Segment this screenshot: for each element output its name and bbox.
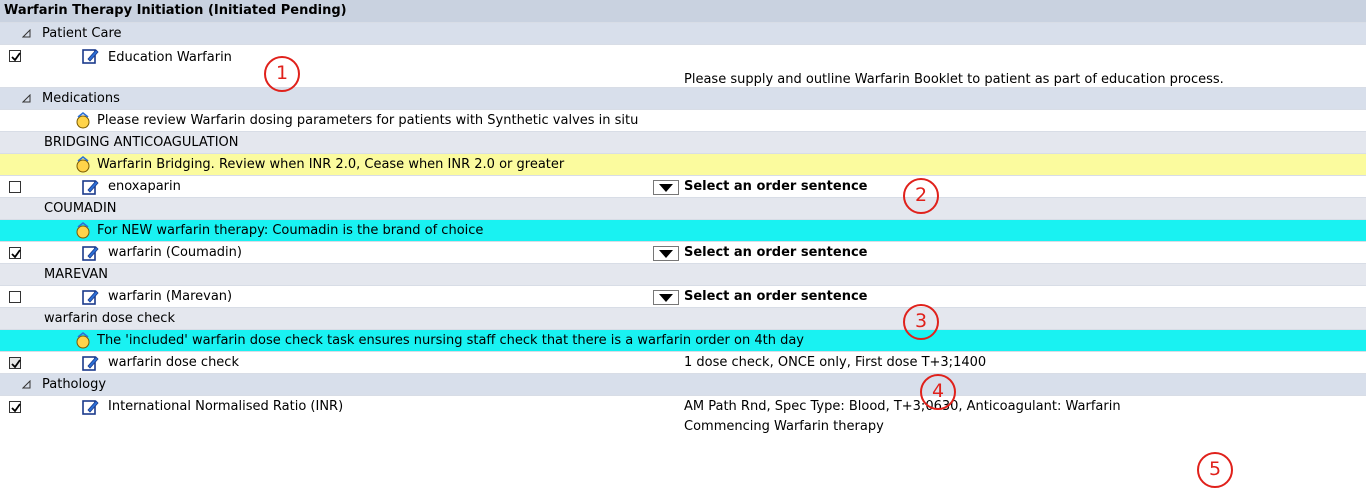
dropdown-arrow-icon <box>659 294 673 302</box>
subsection-marevan: MAREVAN <box>0 264 1366 286</box>
note-hand-icon <box>76 111 90 129</box>
checkbox-unchecked-icon[interactable] <box>9 181 21 193</box>
subsection-label: BRIDGING ANTICOAGULATION <box>44 135 239 150</box>
note-row-coumadin: For NEW warfarin therapy: Coumadin is th… <box>0 220 1366 242</box>
checkbox-checked-icon[interactable] <box>9 50 21 62</box>
order-label: enoxaparin <box>108 179 181 194</box>
callout-5: 5 <box>1197 452 1233 488</box>
order-pencil-icon <box>82 246 99 261</box>
order-label: warfarin (Marevan) <box>108 289 233 304</box>
order-label: International Normalised Ratio (INR) <box>108 399 344 414</box>
order-row-warfarin-dose-check[interactable]: warfarin dose check 1 dose check, ONCE o… <box>0 352 1366 374</box>
section-pathology[interactable]: Pathology <box>0 374 1366 396</box>
note-text: Warfarin Bridging. Review when INR 2.0, … <box>97 157 565 172</box>
callout-4: 4 <box>920 374 956 410</box>
order-detail: Please supply and outline Warfarin Bookl… <box>684 72 1224 87</box>
phase-title-row: Warfarin Therapy Initiation (Initiated P… <box>0 0 1366 23</box>
collapse-triangle-icon[interactable] <box>22 380 31 389</box>
section-label: Pathology <box>42 377 107 392</box>
order-detail-line-2: Commencing Warfarin therapy <box>684 419 884 434</box>
section-medications[interactable]: Medications <box>0 88 1366 110</box>
dropdown-arrow-icon <box>659 250 673 258</box>
note-text: Please review Warfarin dosing parameters… <box>97 113 639 128</box>
note-hand-icon <box>76 221 90 239</box>
checkbox-checked-icon[interactable] <box>9 401 21 413</box>
subsection-label: COUMADIN <box>44 201 117 216</box>
note-row-bridging: Warfarin Bridging. Review when INR 2.0, … <box>0 154 1366 176</box>
note-hand-icon <box>76 155 90 173</box>
subsection-dose-check: warfarin dose check <box>0 308 1366 330</box>
section-patient-care[interactable]: Patient Care <box>0 23 1366 45</box>
note-row-dose-check: The 'included' warfarin dose check task … <box>0 330 1366 352</box>
dropdown-arrow-icon <box>659 184 673 192</box>
order-sentence-dropdown[interactable] <box>653 290 679 305</box>
order-row-enoxaparin[interactable]: enoxaparin Select an order sentence <box>0 176 1366 198</box>
order-row-warfarin-marevan[interactable]: warfarin (Marevan) Select an order sente… <box>0 286 1366 308</box>
checkbox-checked-disabled-icon[interactable] <box>9 357 21 369</box>
subsection-bridging: BRIDGING ANTICOAGULATION <box>0 132 1366 154</box>
order-sentence-dropdown[interactable] <box>653 180 679 195</box>
subsection-label: warfarin dose check <box>44 311 175 326</box>
order-pencil-icon <box>82 400 99 415</box>
order-sentence-dropdown[interactable] <box>653 246 679 261</box>
callout-1: 1 <box>264 56 300 92</box>
order-sentence-label[interactable]: Select an order sentence <box>684 290 867 304</box>
order-row-education-warfarin[interactable]: Education Warfarin Please supply and out… <box>0 45 1366 88</box>
callout-3: 3 <box>903 304 939 340</box>
checkbox-checked-icon[interactable] <box>9 247 21 259</box>
subsection-label: MAREVAN <box>44 267 109 282</box>
order-row-warfarin-coumadin[interactable]: warfarin (Coumadin) Select an order sent… <box>0 242 1366 264</box>
section-label: Patient Care <box>42 26 122 41</box>
order-row-inr[interactable]: International Normalised Ratio (INR) AM … <box>0 396 1366 440</box>
checkbox-unchecked-icon[interactable] <box>9 291 21 303</box>
order-detail-line-1: AM Path Rnd, Spec Type: Blood, T+3;0630,… <box>684 399 1121 414</box>
order-label: warfarin dose check <box>108 355 239 370</box>
note-text: The 'included' warfarin dose check task … <box>97 333 804 348</box>
collapse-triangle-icon[interactable] <box>22 29 31 38</box>
note-row-synthetic-valves: Please review Warfarin dosing parameters… <box>0 110 1366 132</box>
collapse-triangle-icon[interactable] <box>22 94 31 103</box>
order-label: Education Warfarin <box>108 50 232 65</box>
order-pencil-icon <box>82 49 99 64</box>
order-pencil-icon <box>82 356 99 371</box>
order-sentence-label[interactable]: Select an order sentence <box>684 246 867 260</box>
section-label: Medications <box>42 91 120 106</box>
note-hand-icon <box>76 331 90 349</box>
order-label: warfarin (Coumadin) <box>108 245 242 260</box>
order-pencil-icon <box>82 290 99 305</box>
callout-2: 2 <box>903 178 939 214</box>
order-detail: 1 dose check, ONCE only, First dose T+3;… <box>684 355 987 370</box>
order-pencil-icon <box>82 180 99 195</box>
note-text: For NEW warfarin therapy: Coumadin is th… <box>97 223 484 238</box>
phase-title: Warfarin Therapy Initiation (Initiated P… <box>4 3 347 18</box>
order-sentence-label[interactable]: Select an order sentence <box>684 180 867 194</box>
subsection-coumadin: COUMADIN <box>0 198 1366 220</box>
